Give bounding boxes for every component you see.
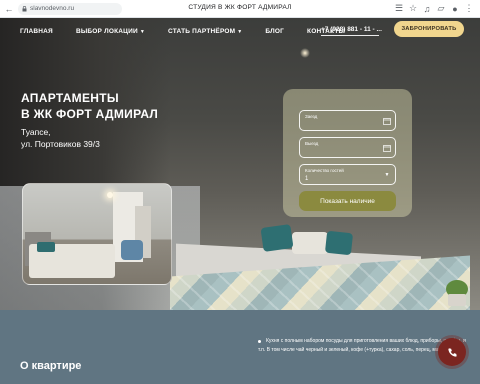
booking-form: Заезд Выезд Количество гостей 1 ▼ Показа… — [283, 89, 412, 217]
call-button[interactable] — [438, 338, 466, 366]
page-title: АПАРТАМЕНТЫ В ЖК ФОРТ АДМИРАЛ — [21, 90, 158, 122]
apartment-photo[interactable] — [22, 183, 172, 285]
translate-icon[interactable]: ☰ — [394, 3, 404, 14]
pillow-decor — [324, 230, 354, 256]
phone-icon — [447, 347, 457, 357]
list-item: Кухня с полным набором посуды для пригот… — [258, 337, 466, 346]
photo-pillow — [37, 242, 55, 252]
lamp-decor — [300, 48, 310, 58]
pot-decor — [448, 294, 466, 306]
photo-chair — [121, 240, 143, 260]
book-button[interactable]: ЗАБРОНИРОВАТЬ — [394, 21, 464, 37]
menu-icon[interactable]: ⋮ — [464, 3, 474, 14]
back-icon[interactable]: ← — [4, 4, 14, 14]
section-heading: О квартире — [20, 360, 82, 372]
audio-icon[interactable]: ♫ — [422, 4, 432, 14]
address-street: ул. Портовиков 39/3 — [21, 139, 100, 149]
browser-toolbar: ← slavnodevno.ru ☰ ☆ ♫ ▱ ● ⋮ — [0, 0, 480, 18]
nav-item-label: СТАТЬ ПАРТНЁРОМ — [168, 27, 236, 35]
extensions-icon[interactable]: ▱ — [436, 3, 446, 14]
profile-icon[interactable]: ● — [450, 4, 460, 14]
guests-value: 1 — [305, 176, 309, 182]
amenities-list: Кухня с полным набором посуды для пригот… — [258, 337, 466, 355]
star-icon[interactable]: ☆ — [408, 3, 418, 14]
show-availability-button[interactable]: Показать наличие — [299, 191, 396, 211]
phone-underline — [321, 35, 379, 36]
chevron-down-icon: ▼ — [384, 172, 390, 178]
nav-item-locations[interactable]: ВЫБОР ЛОКАЦИИ ▼ — [76, 28, 145, 35]
nav-item-label: БЛОГ — [265, 27, 285, 35]
nav-item-blog[interactable]: БЛОГ — [265, 28, 284, 35]
nav-item-home[interactable]: ГЛАВНАЯ — [20, 28, 53, 35]
address-bar[interactable]: slavnodevno.ru — [18, 2, 122, 15]
pillow-decor — [260, 224, 294, 252]
nav-item-partner[interactable]: СТАТЬ ПАРТНЁРОМ ▼ — [168, 28, 242, 35]
about-section: О квартире Кухня с полным набором посуды… — [0, 310, 480, 384]
calendar-icon — [383, 144, 391, 152]
url-text: slavnodevno.ru — [30, 5, 75, 12]
address: Туапсе, ул. Портовиков 39/3 — [21, 126, 100, 150]
title-line: В ЖК ФОРТ АДМИРАЛ — [21, 107, 159, 121]
nav-item-label: ВЫБОР ЛОКАЦИИ — [75, 27, 138, 35]
photo-light — [107, 192, 113, 198]
list-item: т.п. В том числе чай черный и зеленый, к… — [258, 347, 449, 353]
chevron-down-icon: ▼ — [139, 28, 145, 35]
nav-item-label: ГЛАВНАЯ — [20, 27, 53, 35]
calendar-icon — [383, 117, 391, 125]
checkin-field[interactable]: Заезд — [299, 110, 396, 131]
lock-icon — [22, 5, 27, 11]
pillow-decor — [292, 232, 328, 254]
checkin-label: Заезд — [305, 114, 318, 119]
title-line: АПАРТАМЕНТЫ — [21, 91, 119, 105]
guests-label: Количество гостей — [305, 168, 344, 173]
checkout-field[interactable]: Выезд — [299, 137, 396, 158]
guests-field[interactable]: Количество гостей 1 ▼ — [299, 164, 396, 185]
chevron-down-icon: ▼ — [237, 28, 243, 35]
checkout-label: Выезд — [305, 141, 319, 146]
phone-link[interactable]: +7 (928) 881 - 11 - ... — [321, 26, 382, 33]
address-city: Туапсе, — [21, 127, 51, 137]
